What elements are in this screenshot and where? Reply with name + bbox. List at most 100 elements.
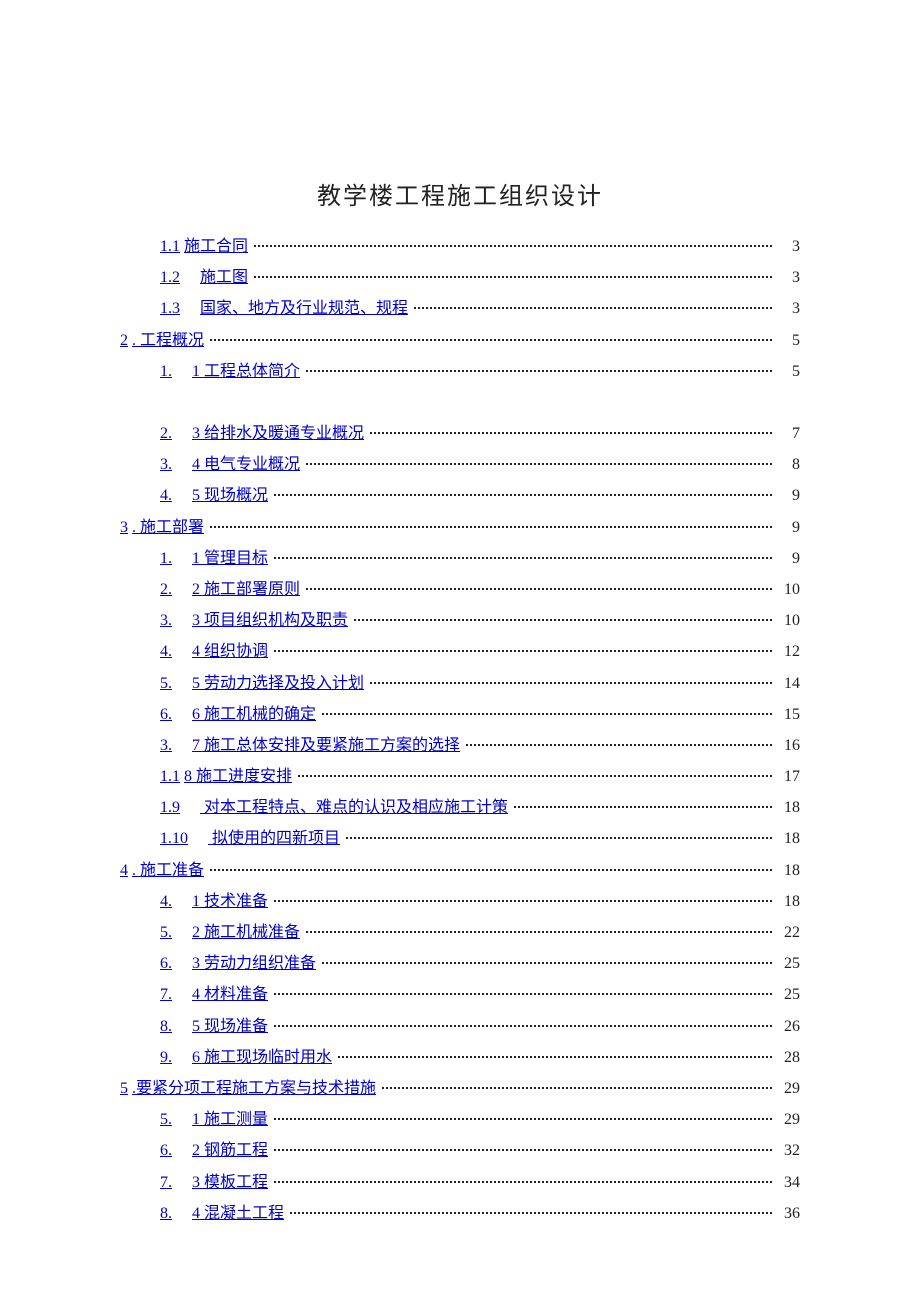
toc-leader-dots <box>370 432 772 434</box>
toc-link[interactable]: 1.18 施工进度安排 <box>160 761 292 792</box>
toc-entry: 6.3 劳动力组织准备25 <box>120 948 800 979</box>
toc-leader-dots <box>306 931 772 933</box>
toc-prefix: 3 <box>120 519 128 536</box>
toc-leader-dots <box>370 682 772 684</box>
toc-entry: 8.4 混凝土工程36 <box>120 1198 800 1229</box>
toc-entry <box>120 387 800 418</box>
toc-link[interactable]: 6. 3 劳动力组织准备 <box>160 948 316 979</box>
toc-link[interactable]: 8. 5 现场准备 <box>160 1011 268 1042</box>
toc-page-number: 9 <box>778 543 800 574</box>
toc-leader-dots <box>210 869 772 871</box>
toc-text: 2 施工机械准备 <box>192 924 300 941</box>
toc-text: . 施工部署 <box>132 519 204 536</box>
toc-leader-dots <box>306 463 772 465</box>
toc-entry: 5.5 劳动力选择及投入计划14 <box>120 668 800 699</box>
toc-text: 2 施工部署原则 <box>192 581 300 598</box>
toc-page-number: 5 <box>778 325 800 356</box>
toc-link[interactable]: 1.1 工程总体简介 <box>160 356 300 387</box>
toc-link[interactable]: 4.1 技术准备 <box>160 886 268 917</box>
toc-entry: 1.2施工图3 <box>120 262 800 293</box>
toc-leader-dots <box>274 1025 772 1027</box>
toc-leader-dots <box>290 1212 772 1214</box>
toc-entry: 5. 1 施工测量 29 <box>120 1104 800 1135</box>
toc-entry: 4.4 组织协调12 <box>120 636 800 667</box>
toc-page-number: 18 <box>778 823 800 854</box>
toc-leader-dots <box>254 276 772 278</box>
toc-prefix: 9. <box>160 1049 172 1066</box>
toc-page-number: 8 <box>778 449 800 480</box>
toc-text: 国家、地方及行业规范、规程 <box>200 300 408 317</box>
toc-text: 4 材料准备 <box>192 986 268 1003</box>
toc-prefix: 2. <box>160 425 172 442</box>
toc-prefix: 6. <box>160 955 172 972</box>
toc-link[interactable]: 5.2 施工机械准备 <box>160 917 300 948</box>
toc-link[interactable]: 1.10 拟使用的四新项目 <box>160 823 340 854</box>
toc-entry: 8. 5 现场准备 26 <box>120 1011 800 1042</box>
toc-entry: 6.2 钢筋工程 32 <box>120 1135 800 1166</box>
toc-leader-dots <box>274 1149 772 1151</box>
toc-prefix: 8. <box>160 1205 172 1222</box>
toc-link[interactable]: 6.6 施工机械的确定 <box>160 699 316 730</box>
toc-page-number: 9 <box>778 512 800 543</box>
toc-prefix: 8. <box>160 1018 172 1035</box>
toc-link[interactable]: 7.4 材料准备 <box>160 979 268 1010</box>
toc-page-number: 26 <box>778 1011 800 1042</box>
toc-text: 5 现场准备 <box>192 1018 268 1035</box>
toc-link[interactable]: 5.5 劳动力选择及投入计划 <box>160 668 364 699</box>
toc-link[interactable]: 2. 工程概况 <box>120 325 204 356</box>
toc-link[interactable]: 4.4 组织协调 <box>160 636 268 667</box>
toc-link[interactable]: 7.3 模板工程 <box>160 1167 268 1198</box>
toc-entry: 3. 施工部署 9 <box>120 512 800 543</box>
toc-page-number: 32 <box>778 1135 800 1166</box>
toc-link[interactable]: 1.1 管理目标 <box>160 543 268 574</box>
toc-entry: 1.1施工合同3 <box>120 231 800 262</box>
toc-link[interactable]: 3.7 施工总体安排及要紧施工方案的选择 <box>160 730 460 761</box>
toc-text: 1 施工测量 <box>192 1111 268 1128</box>
toc-entry: 2.2 施工部署原则 10 <box>120 574 800 605</box>
toc-link[interactable]: 8.4 混凝土工程 <box>160 1198 284 1229</box>
toc-entry: 7.4 材料准备 25 <box>120 979 800 1010</box>
toc-link[interactable]: 2.2 施工部署原则 <box>160 574 300 605</box>
toc-entry: 4.5 现场概况 9 <box>120 480 800 511</box>
toc-prefix: 3. <box>160 612 172 629</box>
toc-text: 3 项目组织机构及职责 <box>192 612 348 629</box>
toc-prefix: 5. <box>160 1111 172 1128</box>
toc-link[interactable]: 4. 施工准备 <box>120 855 204 886</box>
toc-text: 7 施工总体安排及要紧施工方案的选择 <box>192 737 460 754</box>
toc-leader-dots <box>514 806 772 808</box>
toc-link[interactable]: 5.要紧分项工程施工方案与技术措施 <box>120 1073 376 1104</box>
toc-link[interactable]: 1.1施工合同 <box>160 231 248 262</box>
toc-link[interactable]: 2.3 给排水及暖通专业概况 <box>160 418 364 449</box>
toc-page-number: 15 <box>778 699 800 730</box>
toc-link[interactable]: 1.3国家、地方及行业规范、规程 <box>160 293 408 324</box>
toc-text: 1 技术准备 <box>192 893 268 910</box>
toc-page-number: 25 <box>778 979 800 1010</box>
toc-text: 4 组织协调 <box>192 643 268 660</box>
toc-leader-dots <box>274 900 772 902</box>
toc-link[interactable]: 1.2施工图 <box>160 262 248 293</box>
toc-text: 3 劳动力组织准备 <box>192 955 316 972</box>
toc-link[interactable]: 4.5 现场概况 <box>160 480 268 511</box>
toc-page-number: 18 <box>778 792 800 823</box>
toc-link[interactable]: 6.2 钢筋工程 <box>160 1135 268 1166</box>
toc-entry: 4.1 技术准备18 <box>120 886 800 917</box>
toc-prefix: 5 <box>120 1080 128 1097</box>
toc-page-number: 10 <box>778 574 800 605</box>
toc-page-number: 29 <box>778 1104 800 1135</box>
toc-leader-dots <box>274 1118 772 1120</box>
toc-entry: 3.7 施工总体安排及要紧施工方案的选择16 <box>120 730 800 761</box>
toc-link[interactable]: 3.4 电气专业概况 <box>160 449 300 480</box>
toc-prefix: 1. <box>160 363 172 380</box>
toc-leader-dots <box>274 993 772 995</box>
toc-page-number: 34 <box>778 1167 800 1198</box>
toc-leader-dots <box>210 339 772 341</box>
toc-link[interactable]: 3. 施工部署 <box>120 512 204 543</box>
toc-prefix: 7. <box>160 1174 172 1191</box>
toc-link[interactable]: 3. 3 项目组织机构及职责 <box>160 605 348 636</box>
toc-page-number: 9 <box>778 480 800 511</box>
toc-link[interactable]: 5. 1 施工测量 <box>160 1104 268 1135</box>
toc-link[interactable]: 1.9 对本工程特点、难点的认识及相应施工计策 <box>160 792 508 823</box>
toc-page-number: 3 <box>778 293 800 324</box>
toc-link[interactable]: 9.6 施工现场临时用水 <box>160 1042 332 1073</box>
toc-entry: 5.2 施工机械准备22 <box>120 917 800 948</box>
